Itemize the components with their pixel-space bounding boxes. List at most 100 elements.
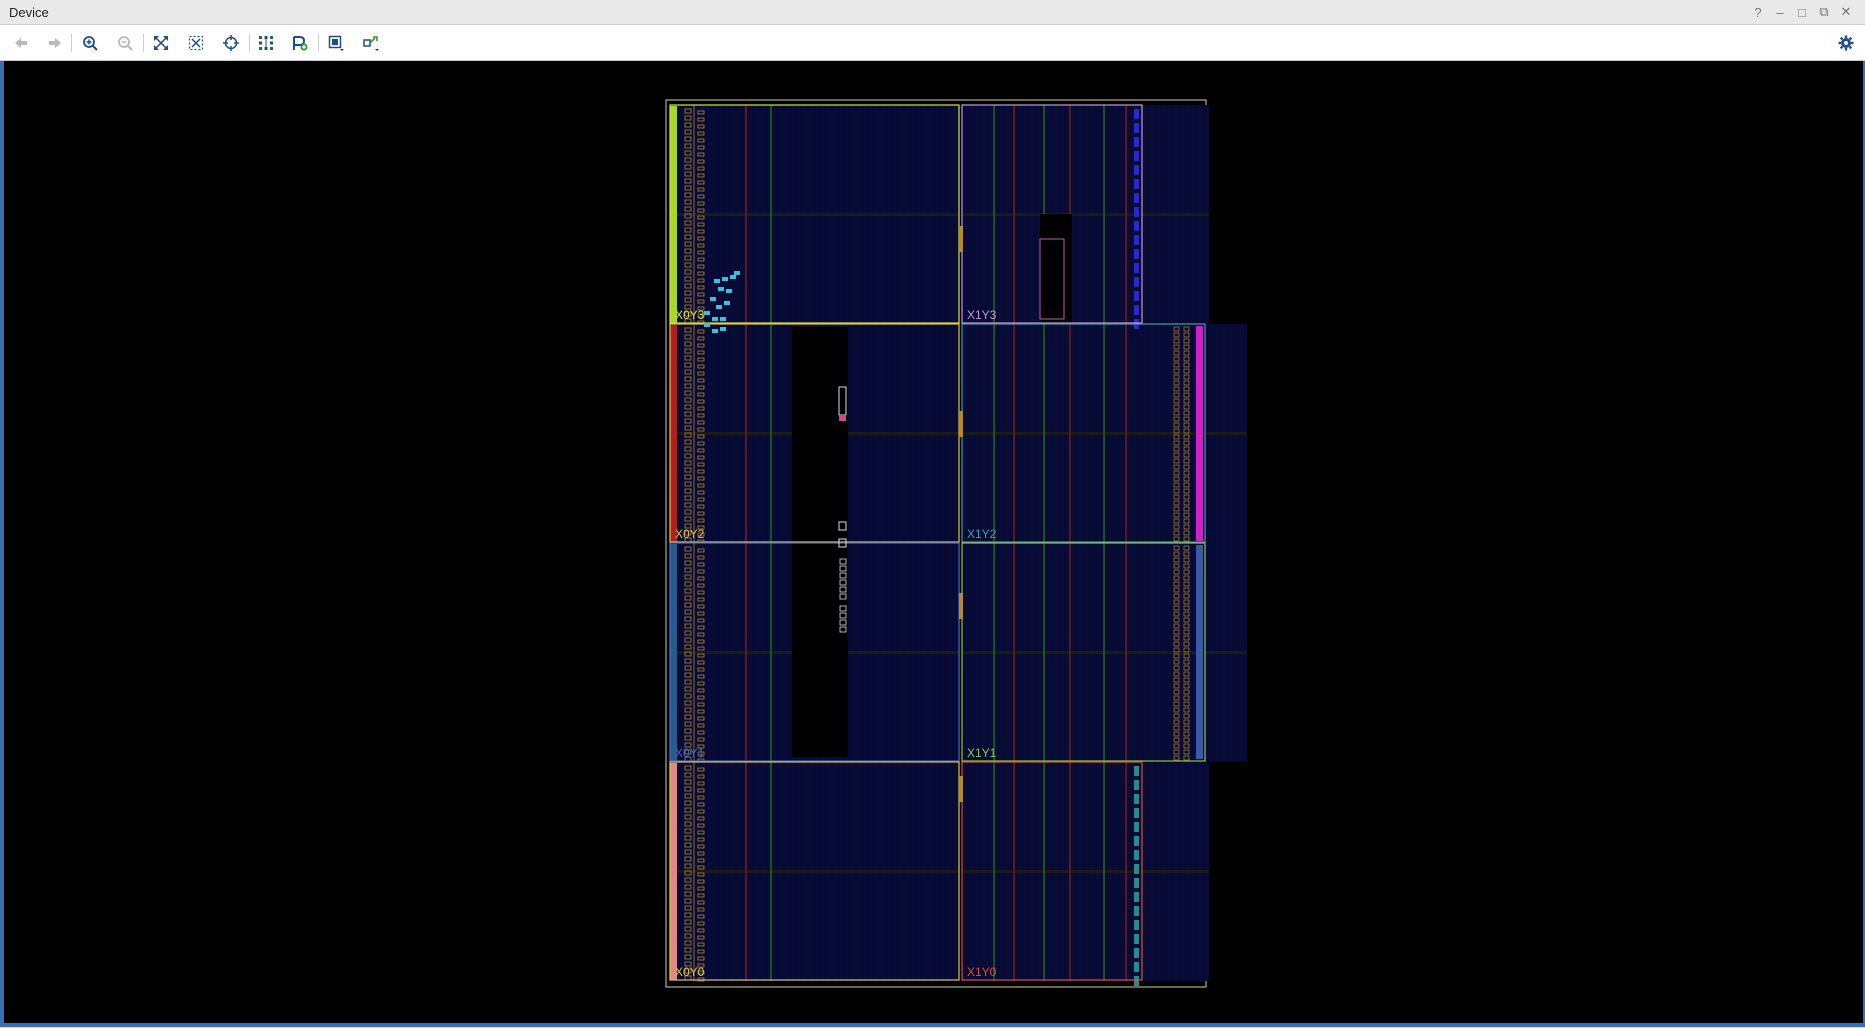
io-site bbox=[1134, 151, 1139, 161]
io-site bbox=[1134, 934, 1139, 944]
io-site bbox=[1134, 906, 1139, 916]
io-site bbox=[1134, 277, 1139, 287]
placed-cell bbox=[722, 277, 728, 281]
reports-dropdown-button[interactable] bbox=[360, 32, 382, 54]
zoom-out-icon bbox=[118, 36, 133, 51]
arrow-right-icon bbox=[49, 38, 61, 48]
io-site bbox=[1134, 291, 1139, 301]
crosshair-icon bbox=[223, 35, 239, 51]
clock-region-label: X0Y2 bbox=[675, 527, 705, 541]
region-clock-strip bbox=[670, 325, 677, 542]
placed-cell bbox=[712, 317, 718, 321]
clock-region-label: X0Y1 bbox=[675, 746, 705, 760]
auto-fit-selection-button[interactable] bbox=[220, 32, 242, 54]
fit-expand-icon bbox=[154, 36, 168, 50]
close-icon[interactable]: ✕ bbox=[1837, 4, 1855, 20]
io-site bbox=[1134, 235, 1139, 245]
zoom-to-selected-button[interactable] bbox=[185, 32, 207, 54]
create-pblock-button[interactable] bbox=[289, 32, 311, 54]
device-canvas[interactable]: X0Y3 X1Y3 X0Y2 X1Y2 X0Y1 X1Y1 X0Y0 X1Y0 bbox=[4, 61, 1865, 1023]
io-site bbox=[1134, 920, 1139, 930]
zoom-out-button[interactable] bbox=[114, 32, 136, 54]
arrow-left-icon bbox=[15, 38, 27, 48]
io-site bbox=[1134, 193, 1139, 203]
clock-region-label: X1Y0 bbox=[967, 965, 997, 979]
clock-region-label: X0Y3 bbox=[675, 308, 705, 322]
io-site bbox=[1134, 165, 1139, 175]
block-glyph bbox=[839, 415, 846, 421]
io-site bbox=[1134, 864, 1139, 874]
io-site bbox=[1134, 179, 1139, 189]
io-site bbox=[1134, 207, 1139, 217]
io-site bbox=[1134, 780, 1139, 790]
io-site bbox=[1134, 249, 1139, 259]
placed-cell bbox=[724, 301, 730, 305]
device-view[interactable]: X0Y3 X1Y3 X0Y2 X1Y2 X0Y1 X1Y1 X0Y0 X1Y0 bbox=[4, 61, 1865, 1023]
minimize-icon[interactable]: – bbox=[1771, 4, 1789, 20]
maximize-icon[interactable]: □ bbox=[1793, 4, 1811, 20]
forward-button[interactable] bbox=[44, 32, 66, 54]
zoom-fit-button[interactable] bbox=[150, 32, 172, 54]
clock-spine-marker bbox=[959, 226, 963, 252]
io-site bbox=[1134, 976, 1139, 986]
clock-region-label: X1Y1 bbox=[967, 746, 997, 760]
float-icon[interactable]: ⧉ bbox=[1815, 4, 1833, 20]
gear-icon bbox=[1838, 35, 1854, 51]
io-site bbox=[1134, 305, 1139, 315]
zoom-selected-icon bbox=[188, 35, 204, 51]
io-site bbox=[1134, 766, 1139, 776]
region-clock-strip bbox=[670, 763, 677, 980]
io-site bbox=[1134, 123, 1139, 133]
io-site bbox=[1134, 808, 1139, 818]
io-site bbox=[1134, 892, 1139, 902]
io-site bbox=[1134, 948, 1139, 958]
placed-cell bbox=[726, 289, 732, 293]
views-dropdown-button[interactable] bbox=[325, 32, 347, 54]
io-site bbox=[1134, 878, 1139, 888]
placed-cell bbox=[720, 327, 726, 331]
hard-block-area bbox=[1040, 214, 1072, 324]
window-titlebar: Device ? – □ ⧉ ✕ bbox=[0, 0, 1865, 25]
clock-spine-marker bbox=[959, 776, 963, 802]
placed-cell bbox=[712, 329, 718, 333]
io-site bbox=[1134, 794, 1139, 804]
clock-region-label: X0Y0 bbox=[675, 965, 705, 979]
help-icon[interactable]: ? bbox=[1749, 4, 1767, 20]
io-site bbox=[1134, 850, 1139, 860]
routing-grid-icon bbox=[259, 36, 273, 50]
placed-cell bbox=[730, 275, 736, 279]
placed-cell bbox=[710, 297, 716, 301]
zoom-in-icon bbox=[83, 36, 98, 51]
window-controls: ? – □ ⧉ ✕ bbox=[1749, 4, 1855, 20]
io-site bbox=[1134, 221, 1139, 231]
window-title: Device bbox=[9, 5, 49, 20]
clock-region-label: X1Y3 bbox=[967, 308, 997, 322]
settings-button[interactable] bbox=[1835, 32, 1857, 54]
pblock-add-icon bbox=[293, 36, 308, 51]
region-clock-strip bbox=[670, 544, 677, 761]
placed-cell bbox=[718, 287, 724, 291]
connect-icon bbox=[363, 36, 379, 51]
clock-spine-marker bbox=[959, 593, 963, 619]
io-site bbox=[1134, 836, 1139, 846]
io-site bbox=[1134, 822, 1139, 832]
placed-cell bbox=[704, 311, 710, 315]
placed-cell bbox=[734, 271, 740, 275]
placed-cell bbox=[716, 305, 722, 309]
clock-spine-marker bbox=[959, 411, 963, 437]
io-site bbox=[1134, 263, 1139, 273]
io-site bbox=[1134, 962, 1139, 972]
zoom-in-button[interactable] bbox=[79, 32, 101, 54]
routing-resources-button[interactable] bbox=[255, 32, 277, 54]
placed-cell bbox=[720, 317, 726, 321]
placed-cell bbox=[704, 323, 710, 327]
gt-quad bbox=[1196, 545, 1203, 759]
layers-icon bbox=[328, 35, 344, 51]
device-toolbar bbox=[0, 25, 1865, 61]
io-site bbox=[1134, 109, 1139, 119]
region-clock-strip bbox=[670, 106, 677, 323]
gt-quad bbox=[1196, 326, 1203, 541]
io-site bbox=[1134, 137, 1139, 147]
back-button[interactable] bbox=[10, 32, 32, 54]
placed-cell bbox=[714, 279, 720, 283]
